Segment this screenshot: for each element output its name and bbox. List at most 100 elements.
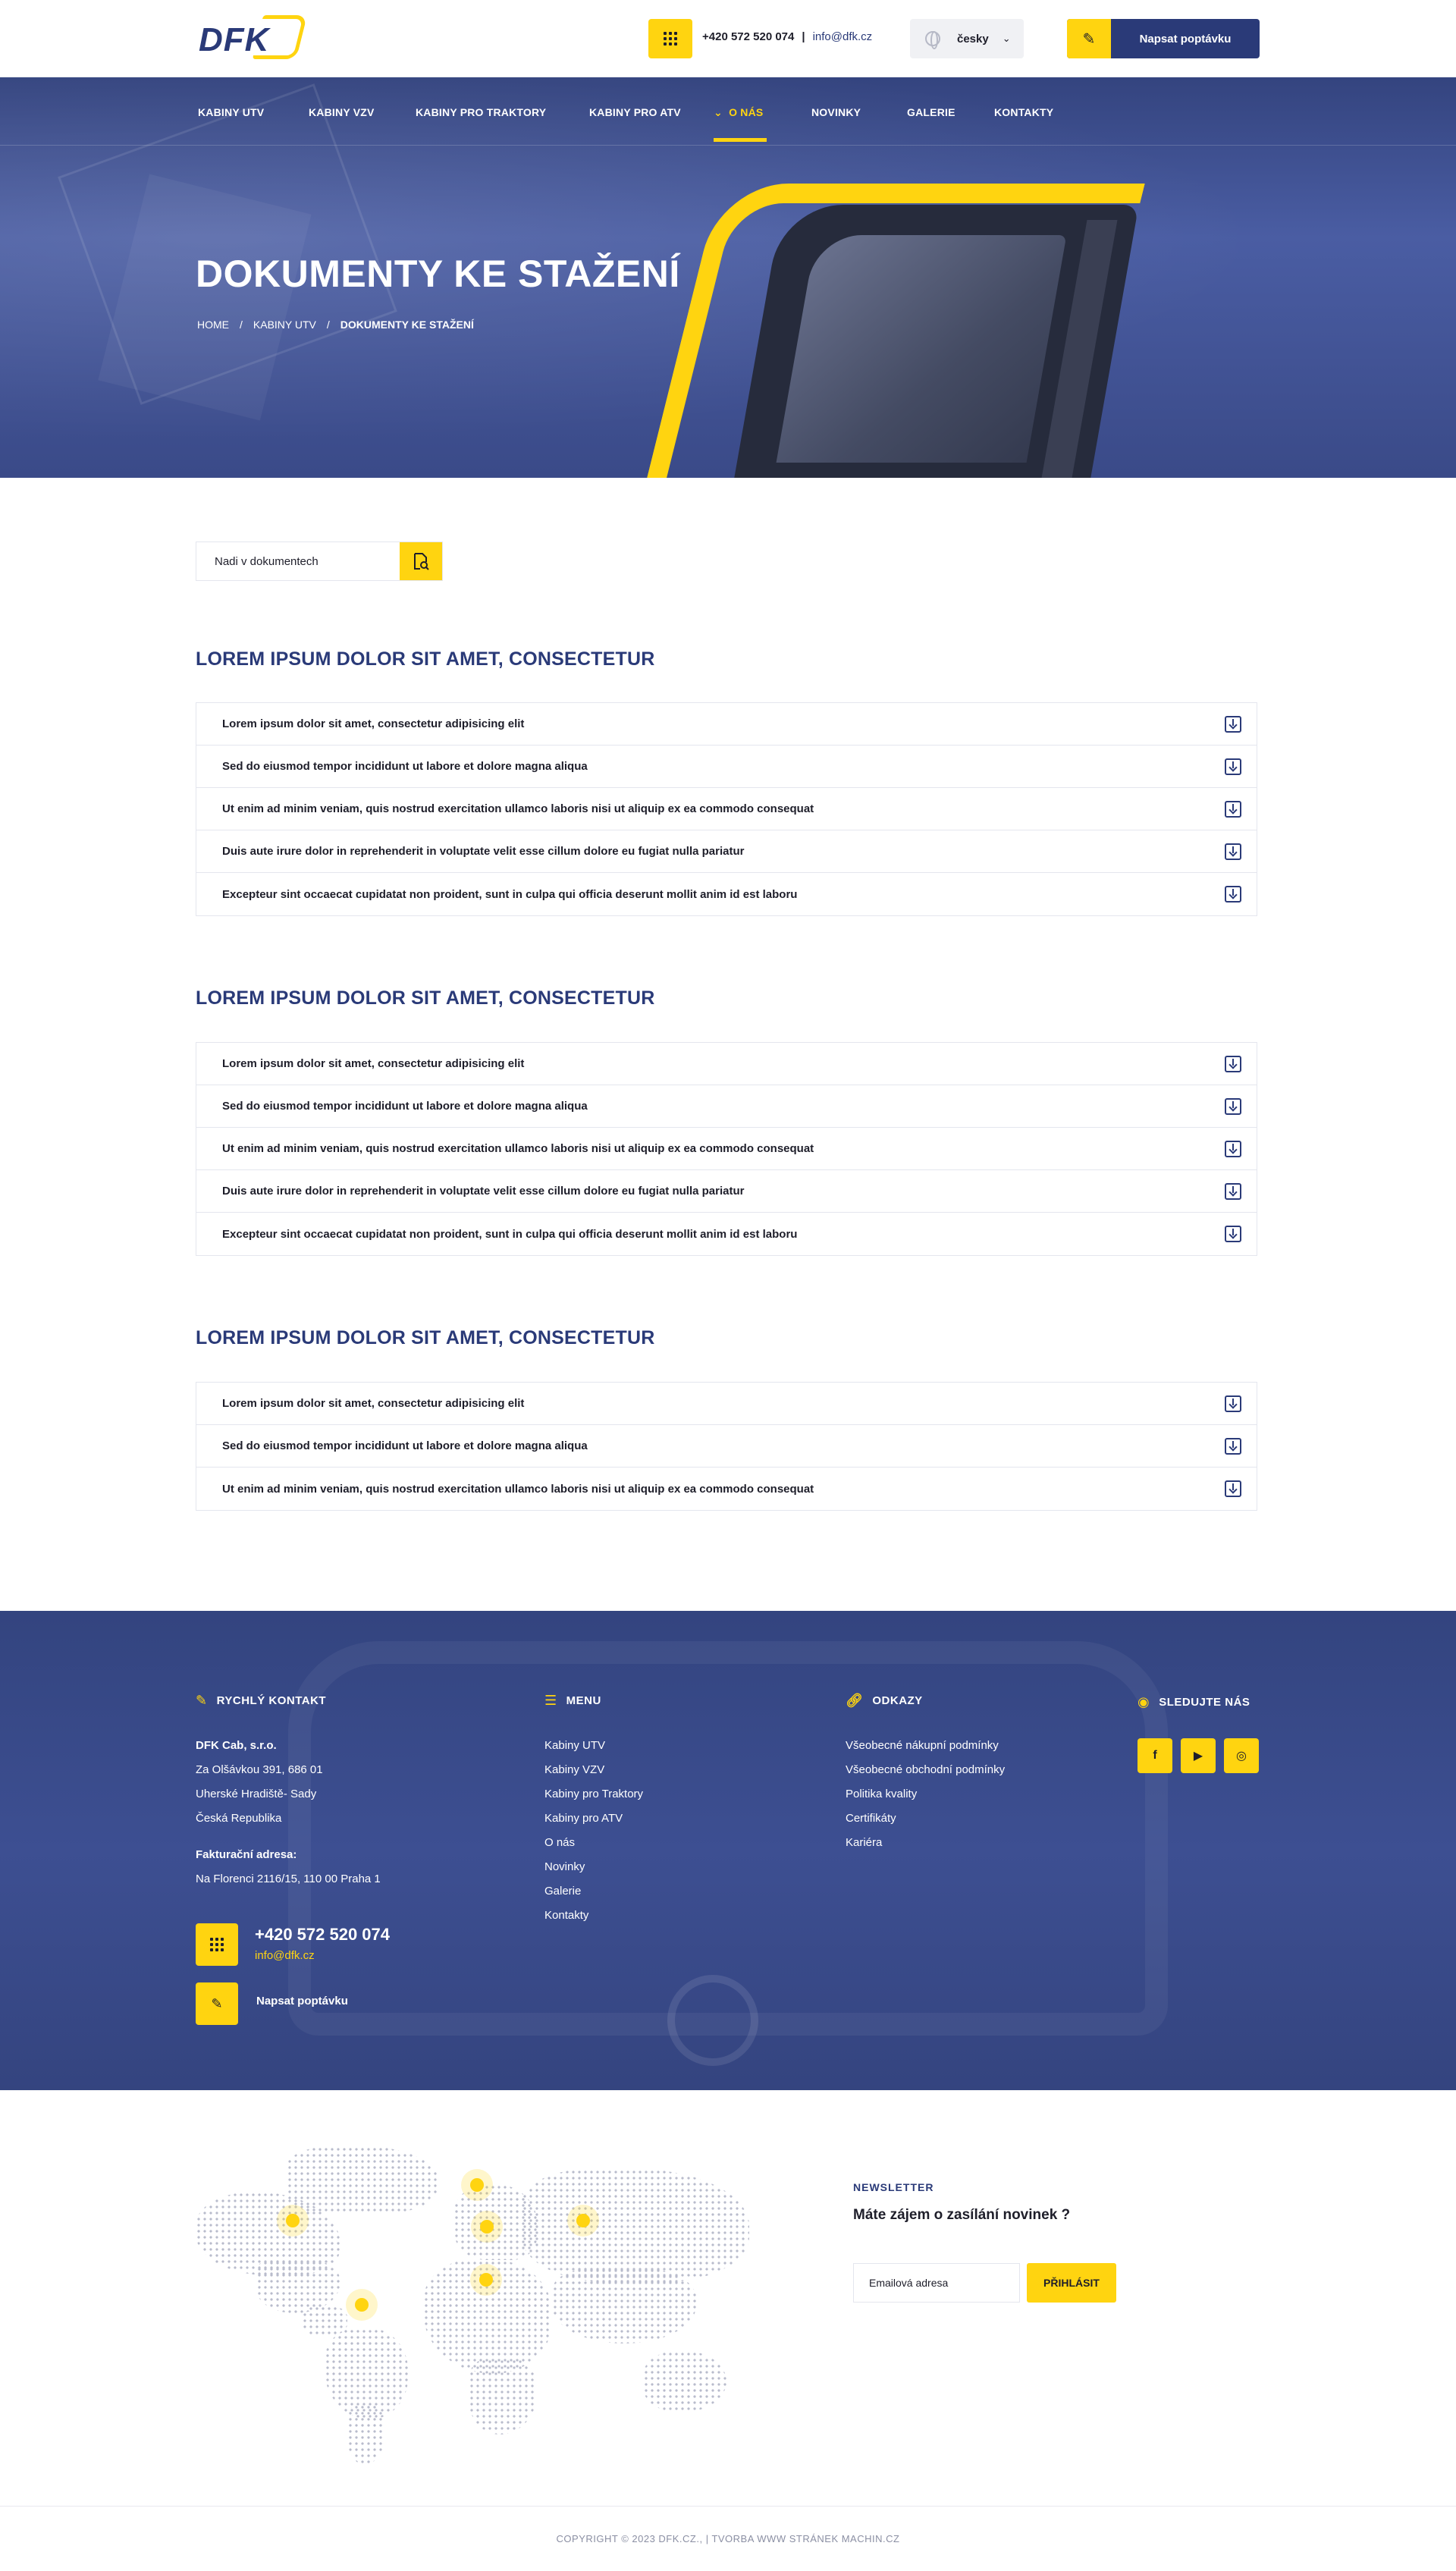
newsletter-subscribe-button[interactable]: PŘIHLÁSIT: [1027, 2263, 1116, 2303]
page-title: DOKUMENTY KE STAŽENÍ: [196, 253, 680, 295]
download-icon[interactable]: [1225, 1226, 1241, 1242]
footer-menu-item[interactable]: Kontakty: [544, 1904, 643, 1928]
chevron-down-icon: ⌄: [714, 106, 723, 118]
edit-note-icon[interactable]: ✎: [196, 1982, 238, 2025]
instagram-icon[interactable]: ◎: [1224, 1738, 1259, 1773]
breadcrumb-kabiny-utv[interactable]: KABINY UTV: [253, 319, 316, 331]
document-title: Lorem ipsum dolor sit amet, consectetur …: [222, 717, 525, 730]
footer-link-item[interactable]: Certifikáty: [846, 1807, 1005, 1831]
nav-kabiny-utv[interactable]: KABINY UTV: [198, 106, 264, 118]
document-title: Ut enim ad minim veniam, quis nostrud ex…: [222, 1482, 814, 1496]
location-pin-icon[interactable]: [346, 2289, 378, 2321]
document-row[interactable]: Ut enim ad minim veniam, quis nostrud ex…: [196, 788, 1257, 830]
section-title: LOREM IPSUM DOLOR SIT AMET, CONSECTETUR: [196, 648, 655, 670]
breadcrumb-home[interactable]: HOME: [197, 319, 229, 331]
footer-inquiry-button[interactable]: Napsat poptávku: [256, 1995, 348, 2008]
footer-address-line: Za Olšávkou 391, 686 01: [196, 1763, 323, 1776]
location-pin-icon[interactable]: [567, 2205, 599, 2237]
download-icon[interactable]: [1225, 1141, 1241, 1157]
nav-galerie[interactable]: GALERIE: [907, 106, 956, 118]
footer-link-item[interactable]: Politika kvality: [846, 1782, 1005, 1807]
breadcrumb-current: DOKUMENTY KE STAŽENÍ: [340, 319, 474, 331]
document-row[interactable]: Lorem ipsum dolor sit amet, consectetur …: [196, 1043, 1257, 1085]
footer-menu-item[interactable]: Kabiny VZV: [544, 1758, 643, 1782]
footer-menu-item[interactable]: Kabiny pro Traktory: [544, 1782, 643, 1807]
document-row[interactable]: Lorem ipsum dolor sit amet, consectetur …: [196, 1383, 1257, 1425]
footer-links-heading: 🔗︎ ODKAZY: [846, 1693, 923, 1708]
download-icon[interactable]: [1225, 843, 1241, 860]
footer-menu-heading: ☰ MENU: [544, 1693, 601, 1708]
document-row[interactable]: Ut enim ad minim veniam, quis nostrud ex…: [196, 1128, 1257, 1170]
download-icon[interactable]: [1225, 801, 1241, 818]
document-row[interactable]: Lorem ipsum dolor sit amet, consectetur …: [196, 703, 1257, 746]
nav-novinky[interactable]: NOVINKY: [811, 106, 861, 118]
footer-contact-heading: ✎ RYCHLÝ KONTAKT: [196, 1693, 327, 1708]
document-row[interactable]: Duis aute irure dolor in reprehenderit i…: [196, 830, 1257, 873]
header-email-link[interactable]: info@dfk.cz: [813, 30, 873, 43]
phone-keypad-icon[interactable]: [648, 19, 692, 58]
document-row[interactable]: Excepteur sint occaecat cupidatat non pr…: [196, 873, 1257, 915]
location-pin-icon[interactable]: [461, 2169, 493, 2201]
document-row[interactable]: Excepteur sint occaecat cupidatat non pr…: [196, 1213, 1257, 1255]
document-title: Excepteur sint occaecat cupidatat non pr…: [222, 1227, 798, 1241]
footer-menu-item[interactable]: Kabiny UTV: [544, 1734, 643, 1758]
nav-kabiny-traktory[interactable]: KABINY PRO TRAKTORY: [416, 106, 546, 118]
nav-active-indicator: [714, 138, 767, 142]
document-title: Ut enim ad minim veniam, quis nostrud ex…: [222, 802, 814, 815]
location-pin-icon[interactable]: [471, 2211, 503, 2243]
youtube-icon[interactable]: ▶: [1181, 1738, 1216, 1773]
edit-note-icon: ✎: [196, 1693, 208, 1708]
language-select[interactable]: česky ⌄: [910, 19, 1024, 58]
document-row[interactable]: Duis aute irure dolor in reprehenderit i…: [196, 1170, 1257, 1213]
document-row[interactable]: Sed do eiusmod tempor incididunt ut labo…: [196, 746, 1257, 788]
header-contact: +420 572 520 074 | info@dfk.cz: [702, 30, 873, 43]
download-icon[interactable]: [1225, 1480, 1241, 1497]
nav-kabiny-vzv[interactable]: KABINY VZV: [309, 106, 375, 118]
location-pin-icon[interactable]: [277, 2205, 309, 2237]
newsletter-email-input[interactable]: [853, 2263, 1020, 2303]
dfk-logo[interactable]: DFK: [199, 14, 308, 62]
footer-menu-item[interactable]: Novinky: [544, 1855, 643, 1879]
location-pin-icon[interactable]: [470, 2264, 502, 2296]
download-icon[interactable]: [1225, 1183, 1241, 1200]
footer-menu-item[interactable]: O nás: [544, 1831, 643, 1855]
download-icon[interactable]: [1225, 886, 1241, 903]
document-row[interactable]: Sed do eiusmod tempor incididunt ut labo…: [196, 1425, 1257, 1468]
download-icon[interactable]: [1225, 716, 1241, 733]
document-list: Lorem ipsum dolor sit amet, consectetur …: [196, 1382, 1257, 1511]
document-title: Ut enim ad minim veniam, quis nostrud ex…: [222, 1142, 814, 1155]
breadcrumb: HOME / KABINY UTV / DOKUMENTY KE STAŽENÍ: [197, 319, 474, 331]
world-map: [196, 2146, 749, 2465]
footer-email-link[interactable]: info@dfk.cz: [255, 1949, 315, 1962]
document-search-icon: [414, 553, 429, 570]
download-icon[interactable]: [1225, 758, 1241, 775]
main-nav: KABINY UTV KABINY VZV KABINY PRO TRAKTOR…: [0, 77, 1456, 146]
facebook-icon[interactable]: f: [1138, 1738, 1172, 1773]
document-search-button[interactable]: [400, 542, 442, 580]
footer-link-item[interactable]: Kariéra: [846, 1831, 1005, 1855]
section-title: LOREM IPSUM DOLOR SIT AMET, CONSECTETUR: [196, 1327, 655, 1348]
link-icon: 🔗︎: [846, 1693, 864, 1708]
header-inquiry-label: Napsat poptávku: [1139, 32, 1232, 46]
nav-o-nas[interactable]: ⌄ O NÁS: [714, 106, 763, 119]
top-bar: DFK +420 572 520 074 | info@dfk.cz česky ⌄…: [0, 0, 1456, 77]
nav-kontakty[interactable]: KONTAKTY: [994, 106, 1053, 118]
footer-menu-item[interactable]: Kabiny pro ATV: [544, 1807, 643, 1831]
document-title: Excepteur sint occaecat cupidatat non pr…: [222, 887, 798, 901]
download-icon[interactable]: [1225, 1438, 1241, 1455]
footer-menu-item[interactable]: Galerie: [544, 1879, 643, 1904]
footer-link-item[interactable]: Všeobecné obchodní podmínky: [846, 1758, 1005, 1782]
download-icon[interactable]: [1225, 1056, 1241, 1072]
download-icon[interactable]: [1225, 1395, 1241, 1412]
footer-link-item[interactable]: Všeobecné nákupní podmínky: [846, 1734, 1005, 1758]
document-title: Sed do eiusmod tempor incididunt ut labo…: [222, 1100, 588, 1113]
nav-kabiny-atv[interactable]: KABINY PRO ATV: [589, 106, 681, 118]
phone-keypad-icon[interactable]: [196, 1923, 238, 1966]
header-phone-link[interactable]: +420 572 520 074: [702, 30, 794, 43]
header-inquiry-button[interactable]: ✎ Napsat poptávku: [1067, 19, 1260, 58]
document-search-input[interactable]: [196, 542, 400, 580]
document-row[interactable]: Sed do eiusmod tempor incididunt ut labo…: [196, 1085, 1257, 1128]
download-icon[interactable]: [1225, 1098, 1241, 1115]
document-row[interactable]: Ut enim ad minim veniam, quis nostrud ex…: [196, 1468, 1257, 1510]
footer-phone-link[interactable]: +420 572 520 074: [255, 1925, 390, 1945]
